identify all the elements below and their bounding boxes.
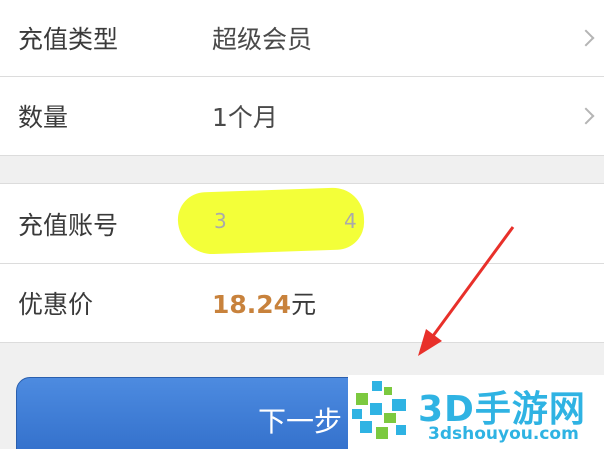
watermark-url: 3dshouyou.com [428,424,579,444]
watermark-logo-icon [352,381,406,439]
